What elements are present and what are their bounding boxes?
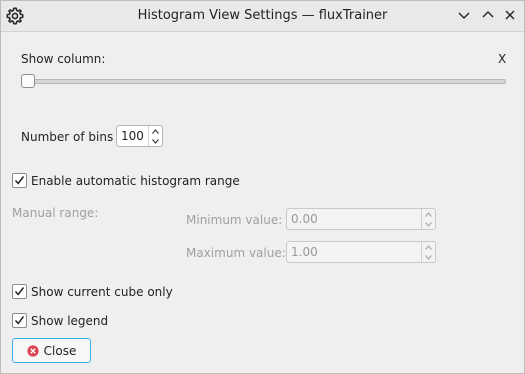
dialog-window: Histogram View Settings — fluxTrainer Sh… [0, 0, 525, 374]
spin-down-icon[interactable] [149, 136, 162, 146]
close-icon [503, 8, 517, 25]
chevron-down-icon [457, 8, 471, 25]
checkmark-icon [14, 316, 25, 325]
auto-range-checkbox[interactable] [12, 173, 27, 188]
show-legend-label: Show legend [31, 314, 109, 328]
spin-up-icon[interactable] [149, 126, 162, 136]
spin-up-icon[interactable] [422, 209, 435, 219]
column-slider-handle[interactable] [21, 74, 35, 88]
bins-label: Number of bins [21, 130, 114, 144]
bins-spinbox[interactable]: 100 [116, 125, 163, 147]
min-value-label: Minimum value: [186, 213, 283, 227]
close-button[interactable]: Close [12, 338, 91, 363]
current-cube-label: Show current cube only [31, 285, 173, 299]
chevron-up-icon [481, 8, 495, 25]
close-button-label: Close [43, 343, 77, 358]
min-value: 0.00 [291, 212, 318, 226]
title-bar: Histogram View Settings — fluxTrainer [1, 1, 524, 32]
checkmark-icon [14, 287, 25, 296]
maximize-button[interactable] [479, 7, 497, 25]
min-value-spinbox[interactable]: 0.00 [286, 208, 436, 230]
checkmark-icon [14, 176, 25, 185]
min-spinbox-arrows [421, 209, 435, 229]
spin-up-icon[interactable] [422, 242, 435, 252]
bins-spinbox-arrows [148, 126, 162, 146]
close-circle-icon [27, 344, 39, 357]
bins-value: 100 [121, 129, 144, 143]
column-value-label: X [498, 52, 507, 66]
max-value-label: Maximum value: [186, 246, 286, 260]
auto-range-label: Enable automatic histogram range [31, 174, 240, 188]
minimize-button[interactable] [455, 7, 473, 25]
show-column-label: Show column: [21, 52, 106, 66]
spin-down-icon[interactable] [422, 252, 435, 262]
max-spinbox-arrows [421, 242, 435, 262]
current-cube-checkbox[interactable] [12, 284, 27, 299]
show-legend-checkbox[interactable] [12, 313, 27, 328]
column-slider-track[interactable] [23, 79, 506, 84]
window-close-button[interactable] [501, 7, 519, 25]
max-value: 1.00 [291, 245, 318, 259]
max-value-spinbox[interactable]: 1.00 [286, 241, 436, 263]
window-title: Histogram View Settings — fluxTrainer [137, 8, 388, 23]
spin-down-icon[interactable] [422, 219, 435, 229]
manual-range-label: Manual range: [12, 206, 99, 220]
